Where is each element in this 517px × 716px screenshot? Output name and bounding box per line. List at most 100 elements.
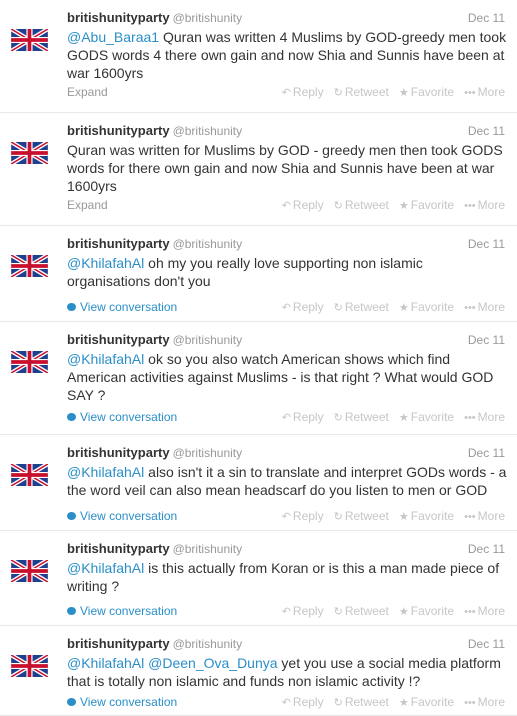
tweet-date[interactable]: Dec 11 (468, 236, 505, 252)
view-conversation-link[interactable]: View conversation (67, 509, 177, 523)
tweet-item[interactable]: britishunityparty @britishunity Dec 11 @Khi… (0, 531, 517, 626)
tweet-date[interactable]: Dec 11 (468, 123, 505, 139)
tweet-item[interactable]: britishunityparty @britishunity Dec 11 @Khi… (0, 435, 517, 531)
user-handle[interactable]: @britishunity (173, 11, 243, 25)
more-button[interactable]: ••• More (464, 509, 505, 523)
tweet-date[interactable]: Dec 11 (468, 332, 505, 348)
union-jack-flag-icon (11, 29, 48, 51)
more-button[interactable]: ••• More (464, 410, 505, 424)
favorite-button[interactable]: ★ Favorite (399, 695, 454, 709)
user-name[interactable]: britishunityparty (67, 123, 170, 138)
retweet-button[interactable]: ↻ Retweet (334, 604, 389, 618)
retweet-label: Retweet (344, 198, 389, 212)
reply-button[interactable]: ↶ Reply (282, 85, 324, 99)
view-conversation-link[interactable]: View conversation (67, 695, 177, 709)
user-handle[interactable]: @britishunity (173, 237, 243, 251)
retweet-button[interactable]: ↻ Retweet (334, 695, 389, 709)
tweet-date[interactable]: Dec 11 (468, 10, 505, 26)
retweet-button[interactable]: ↻ Retweet (334, 300, 389, 314)
mention-link[interactable]: @KhilafahAl (67, 255, 144, 271)
tweet-actions: ↶ Reply ↻ Retweet ★ Favorite ••• More (272, 508, 505, 525)
speech-bubble-icon (67, 607, 76, 615)
user-name[interactable]: britishunityparty (67, 541, 170, 556)
tweet-date[interactable]: Dec 11 (468, 445, 505, 461)
expand-link[interactable]: Expand (67, 198, 108, 212)
favorite-label: Favorite (410, 85, 455, 99)
tweet-text: @KhilafahAl oh my you really love suppor… (67, 254, 507, 290)
more-label: More (477, 509, 505, 523)
reply-label: Reply (292, 695, 324, 709)
user-handle[interactable]: @britishunity (173, 333, 243, 347)
reply-button[interactable]: ↶ Reply (282, 300, 324, 314)
more-button[interactable]: ••• More (464, 85, 505, 99)
favorite-button[interactable]: ★ Favorite (399, 198, 454, 212)
mention-link[interactable]: @KhilafahAl @Deen_Ova_Dunya (67, 655, 278, 671)
tweet-date[interactable]: Dec 11 (468, 636, 505, 652)
reply-button[interactable]: ↶ Reply (282, 604, 324, 618)
view-conversation-link[interactable]: View conversation (67, 300, 177, 314)
retweet-button[interactable]: ↻ Retweet (334, 85, 389, 99)
more-button[interactable]: ••• More (464, 695, 505, 709)
tweet-item[interactable]: britishunityparty @britishunity Dec 11 Qura… (0, 113, 517, 226)
more-dots-icon: ••• (464, 302, 476, 314)
reply-button[interactable]: ↶ Reply (282, 695, 324, 709)
user-name[interactable]: britishunityparty (67, 636, 170, 651)
tweet-actions: ↶ Reply ↻ Retweet ★ Favorite ••• More (272, 84, 505, 101)
favorite-button[interactable]: ★ Favorite (399, 85, 454, 99)
reply-label: Reply (292, 85, 324, 99)
view-conversation-link[interactable]: View conversation (67, 410, 177, 424)
star-icon: ★ (398, 606, 409, 618)
view-conversation-link[interactable]: View conversation (67, 604, 177, 618)
favorite-button[interactable]: ★ Favorite (399, 410, 454, 424)
tweet-footer: Expand ↶ Reply ↻ Retweet ★ Favorite ••• More (67, 197, 505, 213)
mention-link[interactable]: @Abu_Baraa1 (67, 29, 159, 45)
avatar[interactable] (11, 29, 48, 51)
mention-link[interactable]: @KhilafahAl (67, 464, 144, 480)
more-button[interactable]: ••• More (464, 604, 505, 618)
tweet-date[interactable]: Dec 11 (468, 541, 505, 557)
user-handle[interactable]: @britishunity (173, 124, 243, 138)
retweet-label: Retweet (344, 300, 389, 314)
user-handle[interactable]: @britishunity (173, 637, 243, 651)
avatar[interactable] (11, 142, 48, 164)
tweet-footer: View conversation ↶ Reply ↻ Retweet ★ Favorite… (67, 694, 505, 710)
star-icon: ★ (398, 302, 409, 314)
user-handle[interactable]: @britishunity (173, 542, 243, 556)
tweet-actions: ↶ Reply ↻ Retweet ★ Favorite ••• More (272, 197, 505, 214)
view-conversation-label: View conversation (80, 410, 178, 424)
avatar[interactable] (11, 255, 48, 277)
user-name[interactable]: britishunityparty (67, 445, 170, 460)
tweet-actions: ↶ Reply ↻ Retweet ★ Favorite ••• More (272, 299, 505, 316)
union-jack-flag-icon (11, 142, 48, 164)
avatar[interactable] (11, 351, 48, 373)
favorite-button[interactable]: ★ Favorite (399, 300, 454, 314)
user-name[interactable]: britishunityparty (67, 236, 170, 251)
retweet-button[interactable]: ↻ Retweet (334, 410, 389, 424)
retweet-button[interactable]: ↻ Retweet (334, 198, 389, 212)
user-name[interactable]: britishunityparty (67, 10, 170, 25)
reply-button[interactable]: ↶ Reply (282, 410, 324, 424)
avatar[interactable] (11, 560, 48, 582)
tweet-item[interactable]: britishunityparty @britishunity Dec 11 @Abu… (0, 0, 517, 113)
tweet-item[interactable]: britishunityparty @britishunity Dec 11 @Khi… (0, 226, 517, 322)
more-button[interactable]: ••• More (464, 198, 505, 212)
more-button[interactable]: ••• More (464, 300, 505, 314)
user-name[interactable]: britishunityparty (67, 332, 170, 347)
expand-link[interactable]: Expand (67, 85, 108, 99)
user-handle[interactable]: @britishunity (173, 446, 243, 460)
tweet-item[interactable]: britishunityparty @britishunity Dec 11 @Khi… (0, 626, 517, 716)
avatar[interactable] (11, 464, 48, 486)
tweet-item[interactable]: britishunityparty @britishunity Dec 11 @Khi… (0, 322, 517, 435)
mention-link[interactable]: @KhilafahAl (67, 351, 144, 367)
reply-button[interactable]: ↶ Reply (282, 509, 324, 523)
favorite-button[interactable]: ★ Favorite (399, 604, 454, 618)
speech-bubble-icon (67, 512, 76, 520)
avatar[interactable] (11, 655, 48, 677)
reply-button[interactable]: ↶ Reply (282, 198, 324, 212)
favorite-button[interactable]: ★ Favorite (399, 509, 454, 523)
retweet-button[interactable]: ↻ Retweet (334, 509, 389, 523)
reply-arrow-icon: ↶ (281, 606, 291, 618)
more-dots-icon: ••• (464, 697, 476, 709)
mention-link[interactable]: @KhilafahAl (67, 560, 144, 576)
more-dots-icon: ••• (464, 412, 476, 424)
